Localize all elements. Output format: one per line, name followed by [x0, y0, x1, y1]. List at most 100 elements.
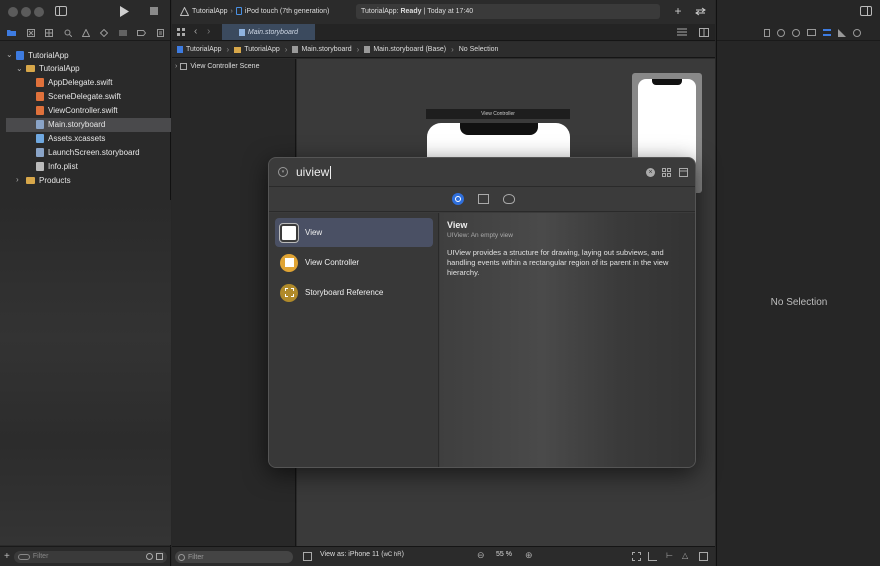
outline-filter-field[interactable]: Filter — [175, 551, 293, 563]
color-library-icon[interactable] — [502, 194, 515, 204]
inspector-toggle-icon[interactable] — [859, 5, 872, 17]
add-file-icon[interactable]: + — [4, 551, 10, 562]
outline-filter-placeholder: Filter — [188, 553, 204, 561]
folder-icon — [234, 46, 242, 53]
navigator-item-label: LaunchScreen.storyboard — [48, 147, 140, 157]
library-popover: ▾ uiview × View View Controller Storyboa… — [268, 157, 696, 468]
breadcrumb-group[interactable]: TutorialApp — [234, 46, 280, 53]
forward-arrow-icon[interactable]: › — [207, 26, 210, 37]
zoom-window-button[interactable] — [34, 7, 44, 17]
code-review-icon[interactable] — [694, 5, 706, 17]
navigator-item[interactable]: Info.plist — [6, 159, 171, 173]
source-control-icon[interactable] — [26, 28, 35, 37]
breakpoint-navigator-icon[interactable] — [137, 29, 147, 36]
status-state: Ready — [400, 8, 422, 15]
navigator-item[interactable]: ⌄ TutorialApp — [6, 48, 171, 62]
close-window-button[interactable] — [8, 7, 18, 17]
view-object-icon — [279, 222, 299, 243]
report-navigator-icon[interactable] — [156, 28, 164, 37]
navigator-item-label: Main.storyboard — [48, 120, 106, 129]
navigator-item[interactable]: ⌄ TutorialApp — [6, 62, 171, 76]
scheme-selector[interactable]: TutorialApp › iPod touch (7th generation… — [180, 5, 329, 17]
chevron-down-icon[interactable]: ⌄ — [16, 64, 26, 72]
filter-icon — [178, 553, 185, 561]
chevron-down-icon[interactable]: ⌄ — [6, 51, 16, 59]
breadcrumb-localization[interactable]: Main.storyboard (Base) — [364, 46, 446, 53]
activity-status-bar: TutorialApp: Ready | Today at 17:40 — [356, 4, 660, 19]
zoom-out-icon[interactable]: ⊖ — [477, 550, 485, 561]
toggle-outline-icon[interactable] — [303, 552, 312, 561]
resolve-issues-icon[interactable]: △ — [682, 551, 688, 560]
swift-file-icon — [36, 92, 44, 102]
breadcrumb-selection[interactable]: No Selection — [459, 46, 499, 53]
breadcrumb-project[interactable]: TutorialApp — [177, 46, 222, 53]
chevron-right-icon[interactable]: › — [16, 176, 26, 184]
attributes-inspector-icon[interactable] — [823, 29, 831, 36]
sidebar-toggle-icon[interactable] — [54, 5, 67, 17]
library-detail-pane: View UIView: An empty view UIView provid… — [440, 213, 695, 467]
connections-inspector-icon[interactable] — [853, 28, 861, 37]
media-library-icon[interactable] — [477, 194, 489, 204]
chevron-right-icon[interactable]: › — [175, 63, 177, 70]
view-as-device-button[interactable]: View as: iPhone 11 (wC hR) — [320, 551, 404, 558]
minimize-window-button[interactable] — [21, 7, 31, 17]
library-search-input[interactable]: uiview — [296, 165, 329, 179]
history-inspector-icon[interactable] — [777, 28, 785, 37]
add-constraints-icon[interactable]: ⊢ — [666, 551, 673, 560]
clear-search-icon[interactable]: × — [646, 167, 655, 177]
library-item-storyboard-reference[interactable]: Storyboard Reference — [275, 278, 433, 307]
device-icon — [235, 7, 242, 15]
storyboard-file-icon — [36, 147, 44, 157]
recent-files-icon[interactable] — [146, 553, 153, 560]
grid-icon[interactable] — [176, 27, 186, 37]
debug-navigator-icon[interactable] — [118, 29, 127, 37]
storyboard-file-icon — [238, 28, 245, 36]
library-results-list: View View Controller Storyboard Referenc… — [269, 213, 439, 467]
library-item-view[interactable]: View — [275, 218, 433, 247]
navigator-item[interactable]: › Products — [6, 173, 171, 187]
navigator-item[interactable]: Assets.xcassets — [6, 131, 171, 145]
embed-in-icon[interactable] — [699, 552, 708, 561]
run-button[interactable] — [118, 5, 130, 17]
zoom-in-icon[interactable]: ⊕ — [525, 550, 533, 561]
find-navigator-icon[interactable] — [64, 29, 72, 37]
stop-button[interactable] — [149, 6, 159, 16]
chevron-right-icon: › — [451, 45, 454, 54]
outline-item-view-controller-scene[interactable]: › View Controller Scene — [175, 63, 259, 70]
status-app: TutorialApp: — [361, 8, 399, 15]
navigator-filter-field[interactable]: Filter — [13, 550, 167, 563]
navigator-item[interactable]: LaunchScreen.storyboard — [6, 145, 171, 159]
library-item-view-controller[interactable]: View Controller — [275, 248, 433, 277]
add-library-button[interactable]: + — [672, 4, 684, 18]
navigator-item[interactable]: SceneDelegate.swift — [6, 90, 171, 104]
navigator-item[interactable]: AppDelegate.swift — [6, 76, 171, 90]
editor-options-icon[interactable] — [676, 27, 688, 37]
issue-navigator-icon[interactable] — [81, 28, 90, 37]
tab-main-storyboard[interactable]: Main.storyboard — [222, 24, 315, 40]
navigator-item[interactable]: ViewController.swift — [6, 104, 171, 118]
filter-icon: ▾ — [278, 167, 288, 177]
test-navigator-icon[interactable] — [100, 28, 109, 37]
file-inspector-icon[interactable] — [764, 28, 770, 37]
project-navigator-tree: ⌄ TutorialApp ⌄ TutorialApp AppDelegate.swif… — [0, 48, 171, 198]
objects-library-icon[interactable] — [451, 193, 464, 205]
size-inspector-icon[interactable] — [838, 28, 846, 37]
help-inspector-icon[interactable] — [792, 28, 800, 37]
symbol-navigator-icon[interactable] — [45, 28, 54, 37]
device-name: iPod touch (7th generation) — [244, 7, 330, 15]
navigator-filter-bar: + Filter — [0, 546, 171, 566]
navigator-item[interactable]: Main.storyboard — [6, 117, 171, 132]
align-icon[interactable] — [648, 552, 657, 561]
identity-inspector-icon[interactable] — [807, 29, 816, 36]
breadcrumb-file[interactable]: Main.storyboard — [292, 46, 352, 53]
project-file-icon — [16, 50, 24, 60]
grid-view-icon[interactable] — [662, 167, 671, 177]
back-arrow-icon[interactable]: ‹ — [194, 26, 197, 37]
split-editor-icon[interactable] — [698, 27, 710, 37]
detail-view-icon[interactable] — [679, 167, 688, 177]
folder-icon[interactable] — [7, 29, 17, 36]
source-control-filter-icon[interactable] — [156, 553, 163, 560]
detail-description: UIView provides a structure for drawing,… — [447, 248, 669, 277]
update-frames-icon[interactable] — [632, 552, 641, 561]
view-controller-title-bar[interactable]: View Controller — [426, 109, 570, 119]
